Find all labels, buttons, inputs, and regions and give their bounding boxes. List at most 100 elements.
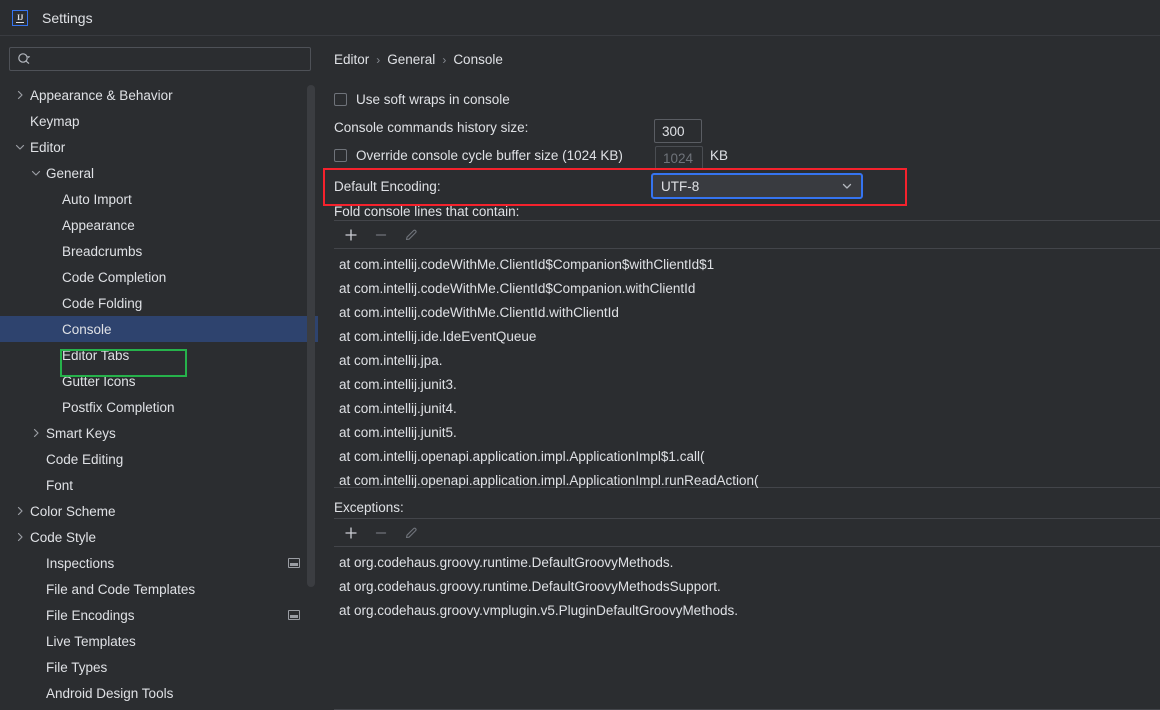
sidebar-item-label: Code Style <box>30 530 96 545</box>
chevron-right-icon[interactable] <box>14 531 26 543</box>
list-item[interactable]: at org.codehaus.groovy.vmplugin.v5.Plugi… <box>334 599 1160 623</box>
settings-search-box[interactable] <box>9 47 311 71</box>
chevron-right-icon[interactable] <box>14 89 26 101</box>
sidebar-item-inspections[interactable]: Inspections <box>0 550 318 576</box>
sidebar-item-label: File Types <box>46 660 107 675</box>
exceptions-toolbar <box>334 519 1160 547</box>
sidebar-item-code-editing[interactable]: Code Editing <box>0 446 318 472</box>
sidebar-item-appearance[interactable]: Appearance <box>0 212 318 238</box>
list-item[interactable]: at com.intellij.jpa. <box>334 349 1160 373</box>
sidebar-item-file-and-code-templates[interactable]: File and Code Templates <box>0 576 318 602</box>
sidebar-item-label: Color Scheme <box>30 504 116 519</box>
list-item[interactable]: at org.codehaus.groovy.runtime.DefaultGr… <box>334 551 1160 575</box>
sidebar-item-label: General <box>46 166 94 181</box>
cycle-buffer-checkbox[interactable] <box>334 149 347 162</box>
remove-icon[interactable] <box>373 227 389 243</box>
cycle-buffer-label: Override console cycle buffer size (1024… <box>356 148 623 163</box>
list-item[interactable]: at com.intellij.junit5. <box>334 421 1160 445</box>
sidebar-item-label: Gutter Icons <box>62 374 136 389</box>
list-item[interactable]: at com.intellij.openapi.application.impl… <box>334 469 1160 493</box>
chevron-down-icon[interactable] <box>14 141 26 153</box>
sidebar-scrollbar[interactable] <box>307 85 315 587</box>
sidebar-item-general[interactable]: General <box>0 160 318 186</box>
sidebar-item-console[interactable]: Console <box>0 316 318 342</box>
cycle-buffer-unit-label: KB <box>710 148 728 163</box>
search-icon <box>17 52 31 66</box>
sidebar-item-label: Auto Import <box>62 192 132 207</box>
cycle-buffer-row[interactable]: Override console cycle buffer size (1024… <box>334 148 623 163</box>
chevron-right-icon[interactable] <box>30 427 42 439</box>
sidebar-item-editor-tabs[interactable]: Editor Tabs <box>0 342 318 368</box>
sidebar-item-label: File Encodings <box>46 608 135 623</box>
list-item[interactable]: at com.intellij.codeWithMe.ClientId.with… <box>334 301 1160 325</box>
sidebar-item-label: Appearance & Behavior <box>30 88 173 103</box>
settings-tree: Appearance & Behavior Keymap Editor General… <box>0 82 318 710</box>
sidebar-item-android-design-tools[interactable]: Android Design Tools <box>0 680 318 706</box>
sidebar-item-file-types[interactable]: File Types <box>0 654 318 680</box>
search-input[interactable] <box>31 49 310 69</box>
sidebar-item-label: Console <box>62 322 112 337</box>
exceptions-list-panel: at org.codehaus.groovy.runtime.DefaultGr… <box>334 518 1160 710</box>
sidebar-item-label: Editor <box>30 140 65 155</box>
list-item[interactable]: at com.intellij.junit3. <box>334 373 1160 397</box>
edit-pencil-icon[interactable] <box>403 525 419 541</box>
list-item[interactable]: at com.intellij.ide.IdeEventQueue <box>334 325 1160 349</box>
sidebar-item-auto-import[interactable]: Auto Import <box>0 186 318 212</box>
chevron-right-icon[interactable] <box>14 505 26 517</box>
default-encoding-label: Default Encoding: <box>334 179 441 194</box>
sidebar-item-postfix-completion[interactable]: Postfix Completion <box>0 394 318 420</box>
sidebar-item-label: Code Folding <box>62 296 142 311</box>
list-item[interactable]: at com.intellij.codeWithMe.ClientId$Comp… <box>334 277 1160 301</box>
settings-content-panel: Editor › General › Console Use soft wrap… <box>318 36 1160 710</box>
sidebar-item-font[interactable]: Font <box>0 472 318 498</box>
sidebar-item-editor[interactable]: Editor <box>0 134 318 160</box>
default-encoding-label-row: Default Encoding: <box>334 179 441 194</box>
breadcrumb-item-console: Console <box>453 52 503 67</box>
sidebar-item-code-completion[interactable]: Code Completion <box>0 264 318 290</box>
default-encoding-dropdown[interactable]: UTF-8 <box>651 173 863 199</box>
config-scope-icon <box>288 610 300 620</box>
soft-wraps-row[interactable]: Use soft wraps in console <box>334 92 510 107</box>
window-title: Settings <box>42 10 93 26</box>
sidebar-item-gutter-icons[interactable]: Gutter Icons <box>0 368 318 394</box>
breadcrumb-item-editor[interactable]: Editor <box>334 52 369 67</box>
sidebar-item-code-folding[interactable]: Code Folding <box>0 290 318 316</box>
sidebar-item-label: Keymap <box>30 114 80 129</box>
chevron-down-icon[interactable] <box>30 167 42 179</box>
sidebar-item-label: Appearance <box>62 218 135 233</box>
soft-wraps-label: Use soft wraps in console <box>356 92 510 107</box>
cycle-buffer-input[interactable] <box>655 146 703 170</box>
settings-dialog: IJ Settings Appearance & Behavior Keymap E… <box>0 0 1160 710</box>
sidebar-item-live-templates[interactable]: Live Templates <box>0 628 318 654</box>
sidebar-item-keymap[interactable]: Keymap <box>0 108 318 134</box>
sidebar-item-file-encodings[interactable]: File Encodings <box>0 602 318 628</box>
add-icon[interactable] <box>343 227 359 243</box>
sidebar-item-code-style[interactable]: Code Style <box>0 524 318 550</box>
sidebar-item-label: Code Completion <box>62 270 166 285</box>
list-item[interactable]: at com.intellij.junit4. <box>334 397 1160 421</box>
breadcrumb-item-general[interactable]: General <box>387 52 435 67</box>
sidebar-item-breadcrumbs[interactable]: Breadcrumbs <box>0 238 318 264</box>
history-size-input[interactable] <box>654 119 702 143</box>
add-icon[interactable] <box>343 525 359 541</box>
title-bar: IJ Settings <box>0 0 1160 36</box>
sidebar-item-label: Font <box>46 478 73 493</box>
breadcrumb-separator-icon: › <box>376 53 380 67</box>
history-size-label: Console commands history size: <box>334 120 528 135</box>
list-item[interactable]: at com.intellij.codeWithMe.ClientId$Comp… <box>334 253 1160 277</box>
sidebar-item-color-scheme[interactable]: Color Scheme <box>0 498 318 524</box>
history-size-row: Console commands history size: <box>334 120 528 135</box>
list-item[interactable]: at com.intellij.openapi.application.impl… <box>334 445 1160 469</box>
settings-sidebar: Appearance & Behavior Keymap Editor General… <box>0 36 318 710</box>
soft-wraps-checkbox[interactable] <box>334 93 347 106</box>
sidebar-item-smart-keys[interactable]: Smart Keys <box>0 420 318 446</box>
sidebar-item-label: File and Code Templates <box>46 582 195 597</box>
list-item[interactable]: at org.codehaus.groovy.runtime.DefaultGr… <box>334 575 1160 599</box>
remove-icon[interactable] <box>373 525 389 541</box>
breadcrumb: Editor › General › Console <box>334 52 503 67</box>
sidebar-item-appearance-behavior[interactable]: Appearance & Behavior <box>0 82 318 108</box>
edit-pencil-icon[interactable] <box>403 227 419 243</box>
fold-lines-list-panel: at com.intellij.codeWithMe.ClientId$Comp… <box>334 220 1160 488</box>
default-encoding-value: UTF-8 <box>661 179 699 194</box>
sidebar-item-label: Smart Keys <box>46 426 116 441</box>
